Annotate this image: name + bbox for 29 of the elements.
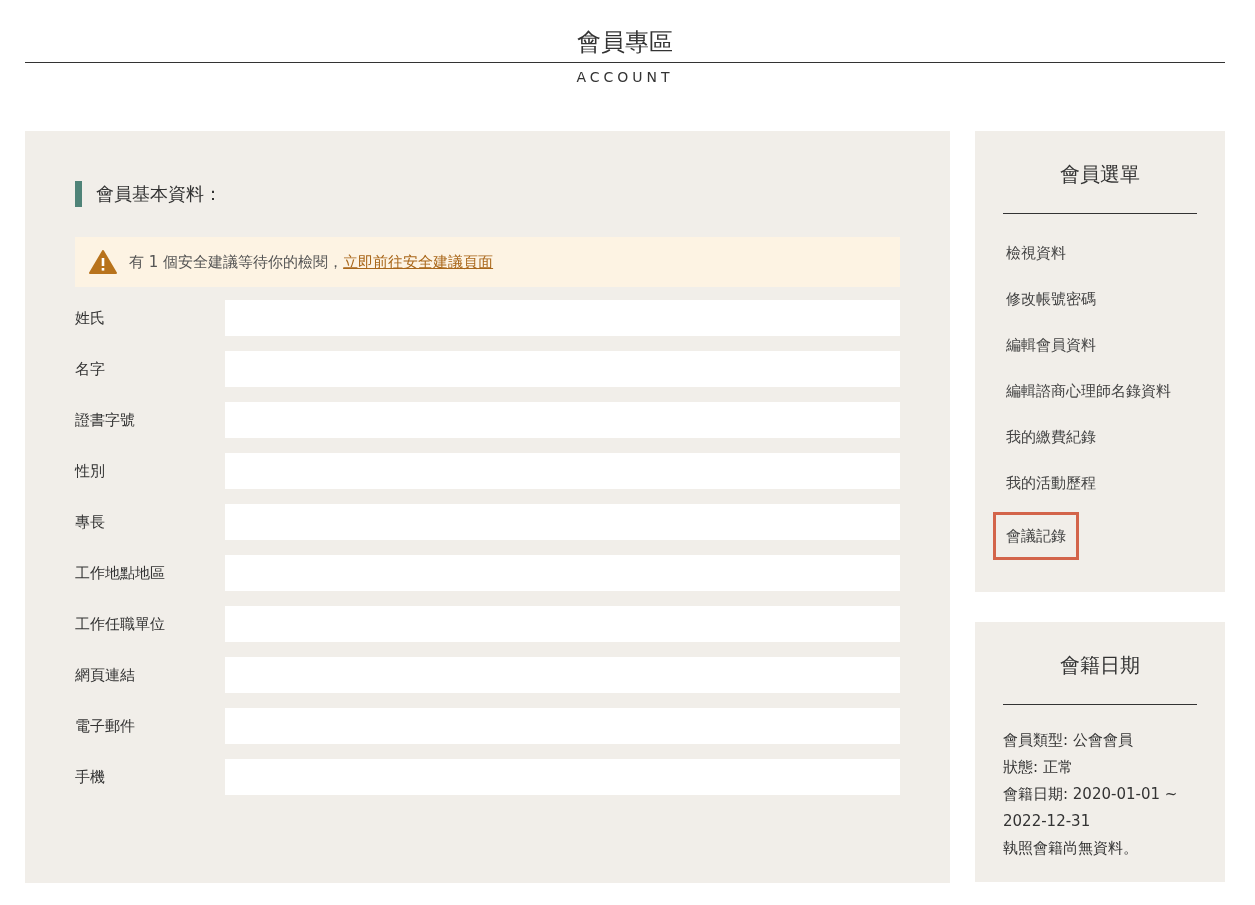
field-label: 網頁連結 [75,665,136,685]
section-heading: 會員基本資料： [75,181,900,207]
menu-title: 會員選單 [1059,161,1141,188]
membership-title: 會籍日期 [1059,652,1141,679]
field-label: 工作任職單位 [75,614,166,634]
field-label: 專長 [75,512,106,532]
field-label: 名字 [75,359,106,379]
field-label: 工作地點地區 [75,563,166,583]
menu-item[interactable]: 編輯諮商心理師名錄資料 [993,374,1184,408]
warning-icon [89,250,117,274]
membership-info: 執照會籍尚無資料。 [1003,838,1139,859]
field-label: 性別 [75,461,106,481]
menu-item[interactable]: 修改帳號密碼 [993,282,1109,316]
menu-item[interactable]: 會議記錄 [993,512,1079,560]
menu-item[interactable]: 我的活動歷程 [993,466,1109,500]
field-label: 手機 [75,767,106,787]
field-label: 電子郵件 [75,716,136,736]
membership-info: 會籍日期: 2020-01-01 ~ 2022-12-31 [1003,784,1179,832]
menu-item[interactable]: 編輯會員資料 [993,328,1109,362]
membership-info: 狀態: 正常 [1003,757,1074,778]
alert-text: 有 1 個安全建議等待你的檢閱， [129,252,344,272]
field-label: 證書字號 [75,410,136,430]
page-subtitle: ACCOUNT [575,69,675,85]
membership-info: 會員類型: 公會會員 [1003,730,1134,751]
page-title: 會員專區 [25,24,1225,63]
menu-item[interactable]: 檢視資料 [993,236,1079,270]
menu-item[interactable]: 我的繳費紀錄 [993,420,1109,454]
alert-link[interactable]: 立即前往安全建議頁面 [343,252,494,272]
field-label: 姓氏 [75,308,106,328]
